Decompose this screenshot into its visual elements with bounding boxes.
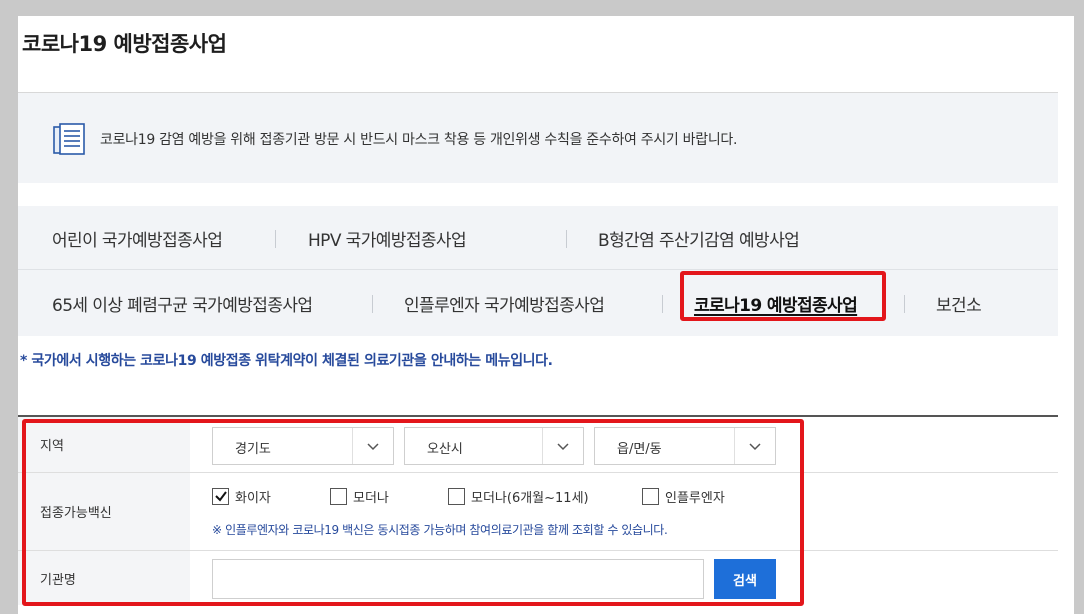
notice-box: 코로나19 감염 예방을 위해 접종기관 방문 시 반드시 마스크 착용 등 개…	[18, 93, 1058, 183]
tab-hepatitis-b[interactable]: B형간염 주산기감염 예방사업	[598, 226, 800, 251]
tab-separator	[566, 230, 567, 248]
chevron-down-icon	[748, 440, 762, 454]
tab-influenza[interactable]: 인플루엔자 국가예방접종사업	[404, 291, 605, 316]
select-divider	[734, 428, 735, 464]
vaccine-option-pfizer[interactable]: 화이자	[212, 487, 271, 506]
vaccine-option-label: 모더나(6개월~11세)	[471, 491, 589, 506]
province-value: 경기도	[235, 442, 271, 457]
checkbox-unchecked[interactable]	[330, 488, 347, 505]
page-content: 코로나19 예방접종사업 코로나19 감염 예방을 위해 접종기관 방문 시 반…	[18, 16, 1074, 614]
vaccine-label: 접종가능백신	[18, 473, 190, 550]
vaccine-option-moderna-child[interactable]: 모더나(6개월~11세)	[448, 487, 589, 506]
checkbox-checked[interactable]	[212, 488, 229, 505]
vaccine-option-moderna[interactable]: 모더나	[330, 487, 389, 506]
tab-row-1: 어린이 국가예방접종사업 HPV 국가예방접종사업 B형간염 주산기감염 예방사…	[18, 206, 1058, 270]
org-label: 기관명	[18, 551, 190, 605]
region-row: 지역 경기도 오산시 읍/면/동	[18, 417, 1058, 473]
org-row: 기관명 검색	[18, 551, 1058, 605]
checkbox-unchecked[interactable]	[642, 488, 659, 505]
city-value: 오산시	[427, 442, 463, 457]
notice-text: 코로나19 감염 예방을 위해 접종기관 방문 시 반드시 마스크 착용 등 개…	[100, 132, 738, 148]
document-list-icon	[52, 123, 86, 157]
tab-row-2: 65세 이상 폐렴구균 국가예방접종사업 인플루엔자 국가예방접종사업 코로나1…	[18, 271, 1058, 335]
info-line: * 국가에서 시행하는 코로나19 예방접종 위탁계약이 체결된 의료기관을 안…	[20, 353, 553, 369]
city-select[interactable]: 오산시	[404, 427, 584, 465]
region-label: 지역	[18, 417, 190, 472]
vaccine-option-label: 모더나	[353, 491, 389, 506]
tab-separator	[372, 295, 373, 313]
province-select[interactable]: 경기도	[212, 427, 394, 465]
org-name-input[interactable]	[212, 559, 704, 599]
select-divider	[352, 428, 353, 464]
town-value: 읍/면/동	[617, 442, 662, 457]
vaccine-option-label: 화이자	[235, 491, 271, 506]
vaccine-option-label: 인플루엔자	[665, 491, 725, 506]
checkbox-unchecked[interactable]	[448, 488, 465, 505]
tab-separator	[275, 230, 276, 248]
tab-separator	[662, 295, 663, 313]
tab-hpv-vaccination[interactable]: HPV 국가예방접종사업	[308, 226, 467, 251]
page-title: 코로나19 예방접종사업	[22, 32, 227, 56]
tab-child-vaccination[interactable]: 어린이 국가예방접종사업	[52, 226, 223, 251]
active-tab-highlight	[680, 271, 886, 321]
vaccine-note: ※ 인플루엔자와 코로나19 백신은 동시접종 가능하며 참여의료기관을 함께 …	[212, 523, 668, 537]
tab-separator	[904, 295, 905, 313]
chevron-down-icon	[366, 440, 380, 454]
vaccine-option-influenza[interactable]: 인플루엔자	[642, 487, 725, 506]
vaccine-row: 접종가능백신 화이자 모더나 모더나(6개월~11세) 인플루엔자 ※ 인플루엔…	[18, 473, 1058, 551]
tab-pneumococcal[interactable]: 65세 이상 폐렴구균 국가예방접종사업	[52, 291, 313, 316]
town-select[interactable]: 읍/면/동	[594, 427, 776, 465]
search-form: 지역 경기도 오산시 읍/면/동 접종가능백신 화이자 모더나 모더나(6개월~…	[18, 415, 1058, 605]
select-divider	[542, 428, 543, 464]
search-button[interactable]: 검색	[714, 559, 776, 599]
program-tabs: 어린이 국가예방접종사업 HPV 국가예방접종사업 B형간염 주산기감염 예방사…	[18, 206, 1058, 336]
chevron-down-icon	[556, 440, 570, 454]
tab-health-center[interactable]: 보건소	[936, 291, 982, 316]
